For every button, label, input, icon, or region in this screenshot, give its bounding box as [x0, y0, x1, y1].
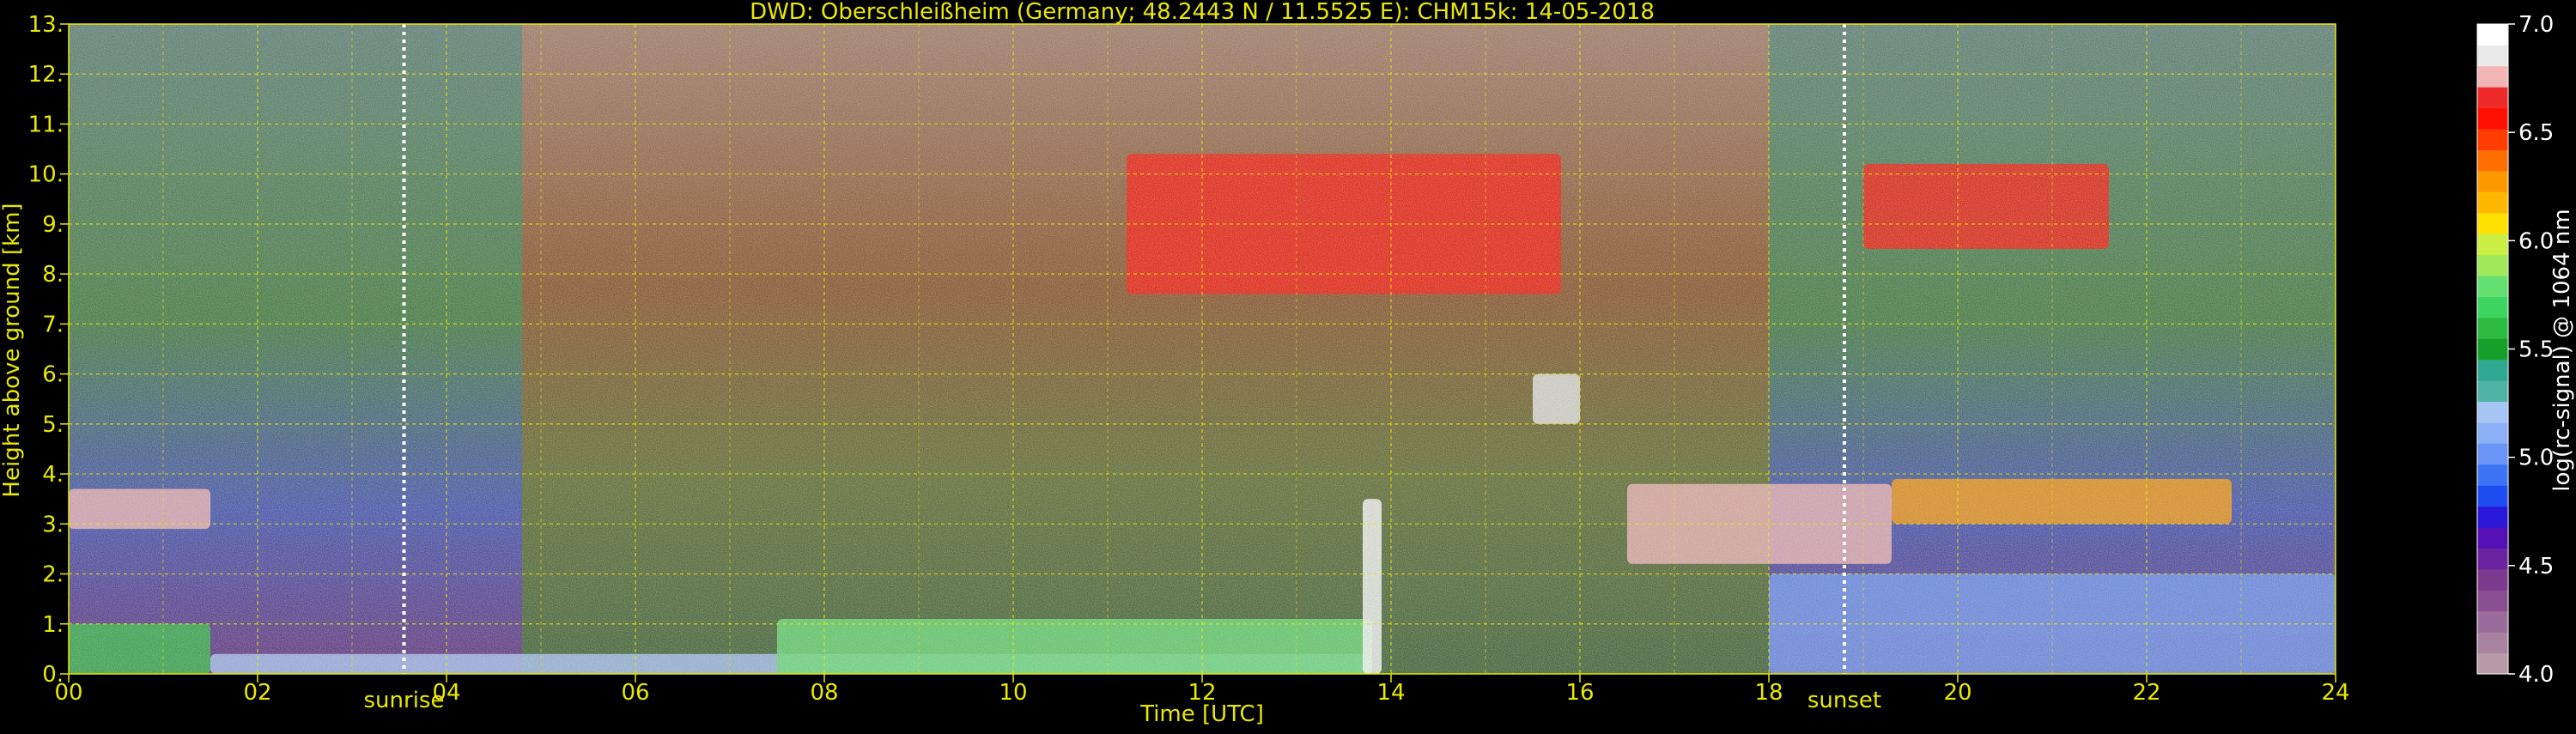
colorbar-segment — [2477, 527, 2508, 549]
colorbar-segment — [2477, 234, 2508, 256]
colorbar-segment — [2477, 129, 2508, 151]
colorbar-tick-label: 7.0 — [2518, 12, 2554, 38]
colorbar-tick-label: 4.5 — [2518, 554, 2554, 579]
x-tick-label: 10 — [999, 680, 1027, 706]
colorbar-segment — [2477, 380, 2508, 403]
y-tick-label: 12. — [28, 62, 64, 88]
colorbar-segment — [2477, 590, 2508, 612]
colorbar-segment — [2477, 485, 2508, 507]
plot-area: sunrise sunset — [68, 23, 2336, 713]
x-tick-label: 02 — [243, 680, 271, 706]
colorbar-segment — [2477, 652, 2508, 675]
colorbar-segment — [2477, 506, 2508, 528]
colorbar-tick-label: 4.0 — [2518, 662, 2554, 688]
colorbar-segment — [2477, 191, 2508, 214]
y-tick-label: 11. — [28, 112, 64, 137]
colorbar-segment — [2477, 212, 2508, 234]
colorbar-segment — [2477, 45, 2508, 67]
colorbar-segment — [2477, 317, 2508, 339]
colorbar-segment — [2477, 359, 2508, 381]
y-tick-label: 1. — [42, 612, 64, 638]
colorbar-segment — [2477, 548, 2508, 570]
colorbar-segment — [2477, 401, 2508, 423]
y-tick-label: 7. — [42, 312, 64, 337]
y-tick-label: 6. — [42, 362, 64, 388]
x-tick-label: 16 — [1565, 680, 1594, 706]
colorbar-segment — [2477, 149, 2508, 172]
x-tick-label: 24 — [2321, 680, 2349, 706]
y-tick-label: 4. — [42, 462, 64, 488]
x-tick-label: 08 — [810, 680, 838, 706]
colorbar-segment — [2477, 24, 2508, 45]
event-label-sunset: sunset — [1807, 688, 1881, 713]
colorbar-label: log(rc-signal) @ 1064 nm — [2549, 209, 2575, 491]
x-tick-label: 06 — [621, 680, 649, 706]
y-tick-label: 9. — [42, 212, 64, 238]
colorbar-segment — [2477, 610, 2508, 633]
colorbar-segment — [2477, 170, 2508, 192]
y-axis-label: Height above ground [km] — [0, 203, 25, 497]
colorbar-segment — [2477, 443, 2508, 465]
colorbar-segment — [2477, 422, 2508, 444]
y-tick-label: 0. — [42, 662, 64, 688]
y-tick-label: 13. — [28, 12, 64, 38]
colorbar-segment — [2477, 254, 2508, 276]
colorbar-segment — [2477, 632, 2508, 654]
x-tick-label: 18 — [1754, 680, 1783, 706]
colorbar-segment — [2477, 65, 2508, 88]
x-tick-label: 20 — [1943, 680, 1971, 706]
x-tick-label: 14 — [1376, 680, 1405, 706]
colorbar-tick-label: 6.5 — [2518, 120, 2554, 146]
x-axis-label: Time [UTC] — [1139, 701, 1264, 727]
x-tick-label: 04 — [432, 680, 460, 706]
colorbar-segment — [2477, 338, 2508, 361]
y-tick-label: 2. — [42, 562, 64, 588]
colorbar-segment — [2477, 276, 2508, 297]
y-tick-label: 10. — [28, 162, 64, 188]
colorbar-segment — [2477, 464, 2508, 486]
colorbar-segment — [2477, 107, 2508, 130]
colorbar-segment — [2477, 87, 2508, 109]
y-tick-label: 3. — [42, 512, 64, 537]
colorbar-segment — [2477, 568, 2508, 591]
ceilometer-chart: DWD: Oberschleißheim (Germany; 48.2443 N… — [0, 0, 2576, 730]
y-tick-label: 8. — [42, 262, 64, 288]
y-tick-label: 5. — [42, 412, 64, 438]
x-tick-label: 22 — [2132, 680, 2160, 706]
colorbar-segment — [2477, 296, 2508, 318]
chart-title: DWD: Oberschleißheim (Germany; 48.2443 N… — [750, 0, 1655, 25]
